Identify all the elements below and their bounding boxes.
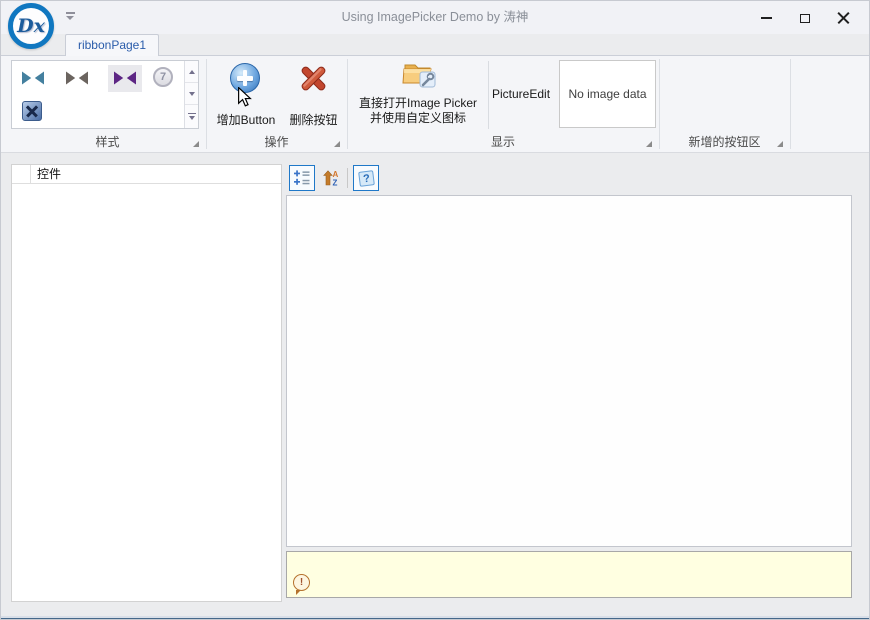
minimize-button[interactable] [751, 5, 781, 31]
close-button[interactable] [828, 5, 858, 31]
help-button[interactable]: ? [353, 165, 379, 191]
gallery-scroll-down-icon[interactable] [185, 83, 198, 105]
app-window: Using ImagePicker Demo by 涛神 Dx ribbonPa… [0, 0, 870, 620]
picture-edit-box[interactable]: No image data [559, 60, 656, 128]
grid-indicator-cell [12, 165, 31, 183]
group-caption-actions: 操作 [206, 134, 347, 150]
sort-az-icon: A Z [323, 170, 339, 186]
grid-column-header[interactable]: 控件 [31, 165, 281, 183]
add-button-label: 增加Button [216, 113, 276, 127]
svg-text:Z: Z [333, 179, 338, 187]
vs-theme-gray-icon[interactable] [65, 70, 89, 89]
gallery-scroll-up-icon[interactable] [185, 61, 198, 83]
vs-theme-teal-icon[interactable] [21, 70, 45, 89]
maximize-icon [800, 13, 810, 23]
description-panel: ! [286, 551, 852, 598]
controls-grid: 控件 [11, 164, 282, 602]
close-icon [837, 12, 850, 25]
mouse-cursor [238, 87, 252, 107]
toolbar-separator [347, 168, 348, 188]
sort-az-button[interactable]: A Z [318, 165, 344, 191]
grid-header-row: 控件 [12, 165, 281, 184]
style-seven-icon[interactable]: 7 [153, 67, 173, 87]
gallery-scroll-strip [184, 61, 198, 128]
display-separator [488, 61, 489, 129]
minimize-icon [760, 17, 772, 19]
group-caption-extra: 新增的按钮区 [659, 134, 790, 150]
vs-blend-icon[interactable] [22, 101, 42, 121]
group-corner-icon [646, 141, 652, 147]
open-image-picker-button[interactable]: 直接打开Image Picker 并使用自定义图标 [353, 58, 483, 148]
vs-theme-purple-icon[interactable] [113, 70, 137, 89]
tab-ribbonpage1[interactable]: ribbonPage1 [65, 34, 159, 56]
description-bubble-tail [296, 590, 301, 595]
delete-button[interactable]: 删除按钮 [282, 58, 345, 132]
categorized-button[interactable] [289, 165, 315, 191]
qat-dropdown-icon[interactable] [64, 12, 76, 22]
maximize-button[interactable] [790, 5, 820, 31]
logo-text: Dx [17, 15, 45, 37]
description-bubble-icon: ! [293, 574, 310, 591]
app-menu-logo[interactable]: Dx [8, 3, 54, 49]
categorized-icon [294, 170, 310, 185]
window-title: Using ImagePicker Demo by 涛神 [341, 10, 529, 24]
group-caption-style: 样式 [9, 134, 206, 150]
help-icon: ? [357, 169, 375, 187]
delete-button-label: 删除按钮 [289, 113, 338, 127]
ribbon-bottom-border [1, 152, 869, 153]
open-picker-label-line2: 并使用自定义图标 [369, 111, 466, 125]
picture-edit-label: PictureEdit [492, 87, 551, 101]
folder-wrench-icon [402, 64, 436, 88]
open-picker-label-line1: 直接打开Image Picker [358, 96, 478, 110]
style-gallery: 7 [11, 60, 199, 129]
property-content-panel[interactable] [286, 195, 852, 547]
gallery-dropdown-icon[interactable] [185, 105, 198, 127]
picture-edit-empty-text: No image data [568, 87, 647, 101]
delete-x-icon [301, 66, 326, 91]
group-corner-icon [334, 141, 340, 147]
group-separator [790, 59, 791, 149]
group-corner-icon [193, 141, 199, 147]
group-corner-icon [777, 141, 783, 147]
